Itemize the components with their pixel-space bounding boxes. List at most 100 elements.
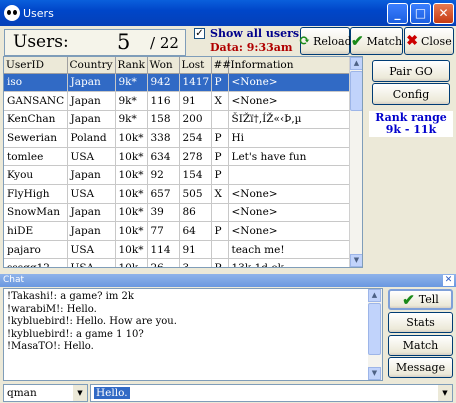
table-cell: FlyHigh bbox=[4, 184, 68, 204]
chevron-down-icon[interactable]: ▼ bbox=[73, 385, 87, 401]
chat-scrollbar[interactable]: ▲ ▼ bbox=[368, 289, 382, 380]
table-row[interactable]: SnowMan Japan 10k* 39 86 <None> bbox=[4, 203, 352, 223]
chat-history-chevron-icon[interactable]: ▼ bbox=[438, 385, 452, 401]
scroll-down-icon[interactable]: ▼ bbox=[350, 254, 362, 267]
maximize-button[interactable]: □ bbox=[410, 2, 431, 24]
users-scrollbar[interactable]: ▲ ▼ bbox=[349, 57, 362, 267]
users-table: UserID Country Rank Won Lost ## Information is… bbox=[4, 57, 352, 267]
table-cell: 657 bbox=[147, 184, 180, 204]
table-cell: 13k-1d ok bbox=[228, 258, 352, 267]
pair-go-button[interactable]: Pair GO bbox=[372, 60, 450, 82]
table-row[interactable]: iso Japan 9k* 942 1417 P <None> bbox=[4, 73, 352, 93]
table-cell: 91 bbox=[179, 91, 212, 111]
table-cell: 254 bbox=[179, 128, 212, 148]
table-cell: 10k* bbox=[115, 165, 148, 186]
table-row[interactable]: Kyou Japan 10k* 92 154 P bbox=[4, 165, 352, 186]
table-row[interactable]: hiDE Japan 10k* 77 64 P <None> bbox=[4, 221, 352, 241]
column-header[interactable]: Lost bbox=[179, 57, 212, 74]
close-icon: ✖ bbox=[406, 33, 418, 49]
table-cell: 86 bbox=[179, 203, 212, 223]
data-time: Data: 9:33am bbox=[210, 41, 293, 54]
table-row[interactable]: FlyHigh USA 10k* 657 505 X <None> bbox=[4, 184, 352, 204]
minimize-button[interactable]: _ bbox=[387, 2, 408, 24]
users-label: Users: bbox=[13, 32, 69, 52]
config-button[interactable]: Config bbox=[372, 83, 450, 105]
users-total: / 22 bbox=[150, 34, 179, 52]
table-cell: P bbox=[211, 165, 229, 186]
table-cell: <None> bbox=[228, 221, 352, 241]
chat-input-value: Hello. bbox=[94, 387, 130, 399]
table-cell: USA bbox=[67, 147, 116, 167]
table-cell: P bbox=[211, 147, 229, 167]
close-button[interactable]: ✖ Close bbox=[404, 27, 454, 55]
users-count: 5 bbox=[117, 30, 131, 54]
table-cell: 39 bbox=[147, 203, 180, 223]
column-header[interactable]: Information bbox=[228, 57, 352, 74]
table-row[interactable]: tomlee USA 10k* 634 278 P Let's have fun bbox=[4, 147, 352, 167]
table-cell: iso bbox=[4, 73, 68, 93]
table-cell bbox=[228, 165, 352, 186]
reload-button[interactable]: ⟳ Reload bbox=[298, 27, 352, 55]
table-cell: Japan bbox=[67, 73, 116, 93]
table-cell: sssqq12 bbox=[4, 258, 68, 267]
stats-button[interactable]: Stats bbox=[388, 312, 453, 333]
column-header[interactable]: Country bbox=[67, 57, 116, 74]
toolbar: Users: 5 / 22 ✓ Show all users Data: 9:3… bbox=[0, 26, 456, 58]
app-icon bbox=[4, 5, 20, 21]
table-cell: 10k bbox=[115, 258, 148, 267]
table-cell: USA bbox=[67, 240, 116, 260]
table-cell: 92 bbox=[147, 165, 180, 186]
rank-range-value: 9k - 11k bbox=[385, 123, 437, 136]
table-row[interactable]: GANSANC Japan 9k* 116 91 X <None> bbox=[4, 91, 352, 111]
show-all-checkbox[interactable]: ✓ bbox=[194, 28, 205, 39]
table-row[interactable]: pajaro USA 10k* 114 91 teach me! bbox=[4, 240, 352, 260]
column-header[interactable]: Won bbox=[147, 57, 180, 74]
chat-input[interactable]: Hello. ▼ bbox=[90, 384, 453, 402]
users-summary: Users: 5 / 22 bbox=[4, 29, 186, 56]
table-cell: P bbox=[211, 258, 229, 267]
table-cell: 10k* bbox=[115, 221, 148, 241]
column-header[interactable]: Rank bbox=[115, 57, 148, 74]
target-user-select[interactable]: qman ▼ bbox=[3, 384, 88, 402]
scroll-up-icon[interactable]: ▲ bbox=[350, 57, 362, 70]
chat-match-button[interactable]: Match bbox=[388, 335, 453, 356]
table-cell bbox=[211, 203, 229, 223]
show-all-label: Show all users bbox=[210, 27, 300, 40]
table-cell: 9k* bbox=[115, 73, 148, 93]
chat-log[interactable]: !Takashi!: a game? im 2k !warabiM!: Hello… bbox=[3, 288, 383, 381]
table-row[interactable]: Sewerian Poland 10k* 338 254 P Hi bbox=[4, 128, 352, 148]
column-header[interactable]: ## bbox=[211, 57, 231, 74]
table-row[interactable]: KenChan Japan 9k* 158 200 ŠIŽï†‚ÍŽ«‹Þ‚µ bbox=[4, 110, 352, 130]
match-button[interactable]: ✔ Match bbox=[350, 27, 403, 55]
table-cell: 338 bbox=[147, 128, 180, 148]
chat-scroll-up-icon[interactable]: ▲ bbox=[368, 289, 381, 302]
table-cell: 10k* bbox=[115, 128, 148, 148]
table-cell: GANSANC bbox=[4, 91, 68, 111]
table-cell: tomlee bbox=[4, 147, 68, 167]
message-button[interactable]: Message bbox=[388, 357, 453, 378]
chat-input-bar: qman ▼ Hello. ▼ bbox=[0, 383, 456, 403]
close-window-button[interactable]: ✕ bbox=[433, 2, 454, 24]
table-cell: P bbox=[211, 73, 229, 93]
tell-button[interactable]: ✔ Tell bbox=[388, 289, 453, 310]
chat-scroll-thumb[interactable] bbox=[368, 303, 381, 355]
table-cell: X bbox=[211, 184, 229, 204]
table-cell: pajaro bbox=[4, 240, 68, 260]
table-cell: 91 bbox=[179, 240, 212, 260]
table-cell: Kyou bbox=[4, 165, 68, 186]
table-cell: 114 bbox=[147, 240, 180, 260]
table-cell: 10k* bbox=[115, 203, 148, 223]
table-cell: hiDE bbox=[4, 221, 68, 241]
target-user-value: qman bbox=[7, 387, 37, 399]
chat-close-icon[interactable]: ✕ bbox=[443, 275, 454, 286]
table-cell: P bbox=[211, 128, 229, 148]
chat-scroll-down-icon[interactable]: ▼ bbox=[368, 367, 381, 380]
table-cell: 154 bbox=[179, 165, 212, 186]
tell-check-icon: ✔ bbox=[402, 290, 415, 309]
table-row[interactable]: sssqq12USA10k263P13k-1d ok bbox=[4, 258, 352, 267]
scroll-thumb[interactable] bbox=[350, 71, 362, 111]
table-cell: Japan bbox=[67, 165, 116, 186]
column-header[interactable]: UserID bbox=[4, 57, 68, 74]
table-cell: 10k* bbox=[115, 184, 148, 204]
table-cell: 9k* bbox=[115, 91, 148, 111]
